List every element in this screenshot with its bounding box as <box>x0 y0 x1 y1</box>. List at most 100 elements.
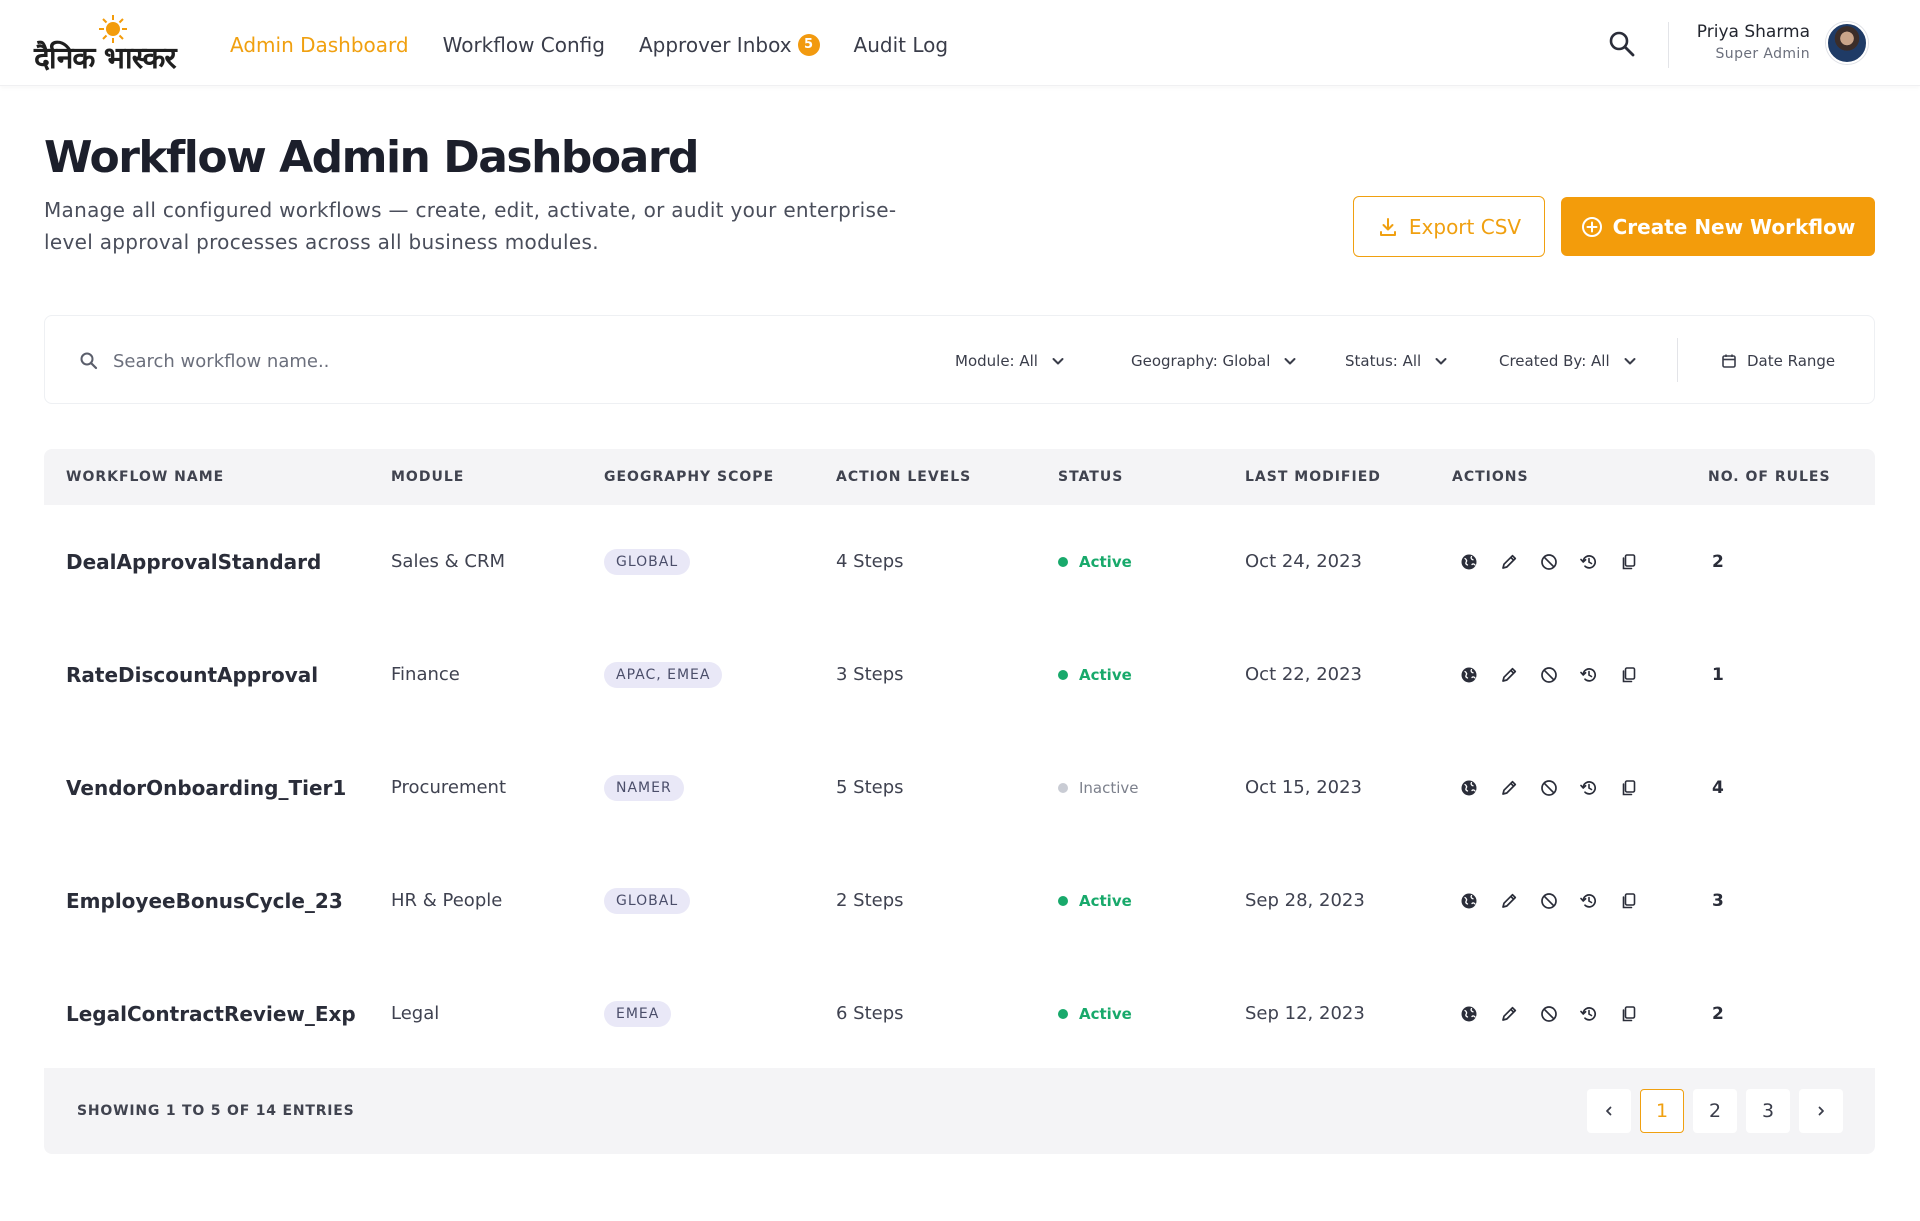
last-modified-cell: Sep 28, 2023 <box>1245 890 1365 911</box>
edit-pencil-icon[interactable] <box>1499 778 1519 798</box>
search-icon <box>80 352 98 370</box>
disable-icon[interactable] <box>1539 778 1559 798</box>
workflow-name[interactable]: LegalContractReview_Exp <box>66 957 356 1070</box>
column-header-status[interactable]: STATUS <box>1058 469 1123 485</box>
table-row[interactable]: LegalContractReview_Exp Legal EMEA 6 Steps A… <box>44 957 1875 1070</box>
create-workflow-label: Create New Workflow <box>1612 214 1856 239</box>
table-row[interactable]: DealApprovalStandard Sales & CRM GLOBAL 4 S… <box>44 505 1875 618</box>
chevron-left-icon <box>1606 1106 1612 1116</box>
history-icon[interactable] <box>1579 891 1599 911</box>
status-badge: Active <box>1058 666 1132 684</box>
globe-icon[interactable] <box>1459 778 1479 798</box>
chevron-down-icon <box>1435 358 1447 365</box>
page-title: Workflow Admin Dashboard <box>44 132 700 183</box>
rules-count: 2 <box>1712 1003 1724 1024</box>
disable-icon[interactable] <box>1539 891 1559 911</box>
status-dot <box>1058 556 1068 567</box>
globe-icon[interactable] <box>1459 552 1479 572</box>
inbox-count-badge: 5 <box>797 34 820 56</box>
avatar[interactable] <box>1826 22 1868 64</box>
workflow-name[interactable]: RateDiscountApproval <box>66 618 318 731</box>
nav-audit-log[interactable]: Audit Log <box>854 32 949 58</box>
history-icon[interactable] <box>1579 1004 1599 1024</box>
chevron-down-icon <box>1052 358 1064 365</box>
geography-chip: GLOBAL <box>604 548 691 575</box>
column-header-module[interactable]: MODULE <box>391 469 464 485</box>
column-header-geography-scope[interactable]: GEOGRAPHY SCOPE <box>604 469 774 485</box>
status-label: Active <box>1079 552 1132 571</box>
workflow-name[interactable]: VendorOnboarding_Tier1 <box>66 731 346 844</box>
prev-page-button[interactable] <box>1587 1089 1631 1133</box>
globe-icon[interactable] <box>1459 665 1479 685</box>
module-filter-dropdown[interactable]: Module: All <box>955 346 1066 376</box>
status-badge: Active <box>1058 892 1132 910</box>
copy-icon[interactable] <box>1619 552 1639 572</box>
date-range-picker[interactable]: Date Range <box>1721 346 1835 376</box>
user-info[interactable]: Priya Sharma Super Admin <box>1680 22 1810 68</box>
export-csv-button[interactable]: Export CSV <box>1353 196 1545 257</box>
column-header-action-levels[interactable]: ACTION LEVELS <box>836 469 971 485</box>
create-workflow-button[interactable]: Create New Workflow <box>1561 197 1875 256</box>
table-footer: SHOWING 1 TO 5 OF 14 ENTRIES 1 2 3 <box>44 1068 1875 1154</box>
row-actions <box>1459 844 1659 957</box>
table-row[interactable]: EmployeeBonusCycle_23 HR & People GLOBAL 2 … <box>44 844 1875 957</box>
page-button-2[interactable]: 2 <box>1693 1089 1737 1133</box>
nav-label: Admin Dashboard <box>230 33 409 57</box>
nav-admin-dashboard[interactable]: Admin Dashboard <box>230 32 409 58</box>
copy-icon[interactable] <box>1619 778 1639 798</box>
workflow-name[interactable]: EmployeeBonusCycle_23 <box>66 844 343 957</box>
column-header-rules[interactable]: NO. OF RULES <box>1708 469 1831 485</box>
edit-pencil-icon[interactable] <box>1499 552 1519 572</box>
status-dot <box>1058 669 1068 680</box>
disable-icon[interactable] <box>1539 1004 1559 1024</box>
last-modified-cell: Sep 12, 2023 <box>1245 1003 1365 1024</box>
row-actions <box>1459 505 1659 618</box>
edit-pencil-icon[interactable] <box>1499 1004 1519 1024</box>
history-icon[interactable] <box>1579 665 1599 685</box>
logo-wordmark: दैनिक भास्कर <box>34 41 177 76</box>
status-dot <box>1058 895 1068 906</box>
history-icon[interactable] <box>1579 552 1599 572</box>
copy-icon[interactable] <box>1619 891 1639 911</box>
column-header-last-modified[interactable]: LAST MODIFIED <box>1245 469 1381 485</box>
column-header-actions: ACTIONS <box>1452 469 1529 485</box>
page-button-1[interactable]: 1 <box>1640 1089 1684 1133</box>
status-label: Active <box>1079 665 1132 684</box>
table-row[interactable]: RateDiscountApproval Finance APAC, EMEA 3 S… <box>44 618 1875 731</box>
history-icon[interactable] <box>1579 778 1599 798</box>
workflow-table: WORKFLOW NAME MODULE GEOGRAPHY SCOPE ACT… <box>44 449 1875 1070</box>
copy-icon[interactable] <box>1619 665 1639 685</box>
search-icon[interactable] <box>1608 30 1636 58</box>
geography-filter-dropdown[interactable]: Geography: Global <box>1131 346 1298 376</box>
geography-chip: GLOBAL <box>604 887 691 914</box>
table-header: WORKFLOW NAME MODULE GEOGRAPHY SCOPE ACT… <box>44 449 1875 505</box>
row-actions <box>1459 618 1659 731</box>
status-cell: Active <box>1058 505 1132 618</box>
search-input[interactable] <box>113 350 553 372</box>
copy-icon[interactable] <box>1619 1004 1639 1024</box>
nav-workflow-config[interactable]: Workflow Config <box>443 32 605 58</box>
rules-count: 3 <box>1712 890 1724 911</box>
globe-icon[interactable] <box>1459 891 1479 911</box>
page-button-3[interactable]: 3 <box>1746 1089 1790 1133</box>
workflow-name[interactable]: DealApprovalStandard <box>66 505 321 618</box>
geography-cell: APAC, EMEA <box>604 618 723 731</box>
export-csv-label: Export CSV <box>1408 214 1522 239</box>
nav-approver-inbox[interactable]: Approver Inbox 5 <box>639 32 820 58</box>
disable-icon[interactable] <box>1539 552 1559 572</box>
globe-icon[interactable] <box>1459 1004 1479 1024</box>
column-header-workflow-name[interactable]: WORKFLOW NAME <box>66 469 224 485</box>
edit-pencil-icon[interactable] <box>1499 665 1519 685</box>
chevron-down-icon <box>1284 358 1296 365</box>
next-page-button[interactable] <box>1799 1089 1843 1133</box>
row-actions <box>1459 957 1659 1070</box>
user-name: Priya Sharma <box>1696 22 1810 42</box>
status-filter-dropdown[interactable]: Status: All <box>1345 346 1449 376</box>
module-cell: HR & People <box>391 890 503 911</box>
created-by-filter-dropdown[interactable]: Created By: All <box>1499 346 1638 376</box>
edit-pencil-icon[interactable] <box>1499 891 1519 911</box>
brand-logo[interactable]: दैनिक भास्कर <box>34 14 190 76</box>
status-cell: Active <box>1058 957 1132 1070</box>
table-row[interactable]: VendorOnboarding_Tier1 Procurement NAMER 5 … <box>44 731 1875 844</box>
disable-icon[interactable] <box>1539 665 1559 685</box>
